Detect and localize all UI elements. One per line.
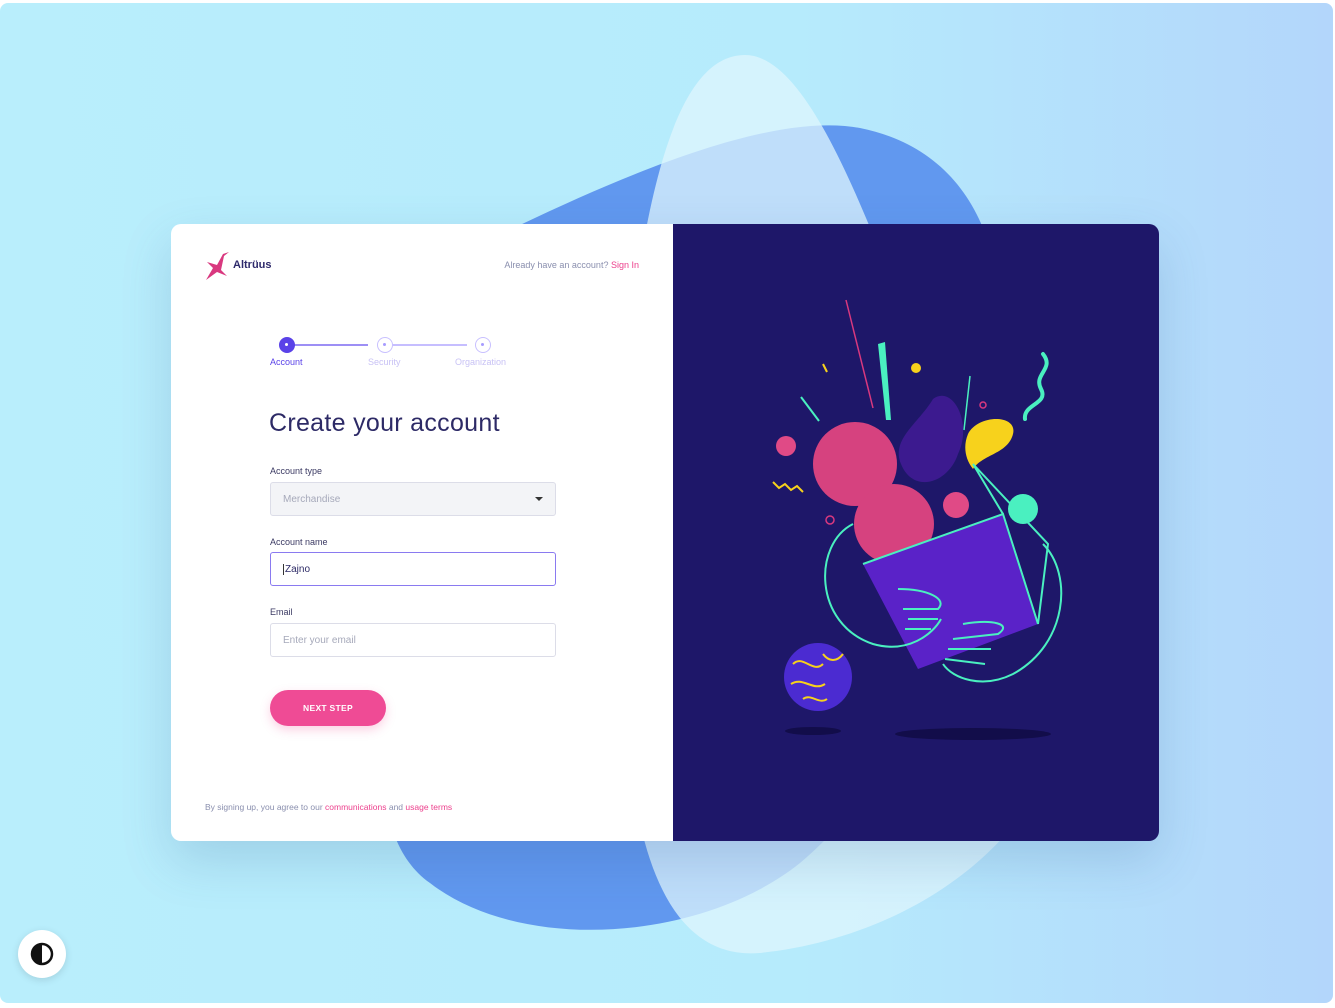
illustration-panel <box>673 224 1159 841</box>
account-type-label: Account type <box>270 466 323 476</box>
brand-name: Altrüus <box>233 259 272 271</box>
communications-link[interactable]: communications <box>325 802 386 812</box>
signup-card: Altrüus Already have an account? Sign In… <box>171 224 1159 841</box>
terms-notice: By signing up, you agree to our communic… <box>205 802 452 812</box>
step-label-security[interactable]: Security <box>368 357 401 367</box>
email-input[interactable]: Enter your email <box>270 623 556 657</box>
email-placeholder: Enter your email <box>283 634 356 646</box>
step-label-organization[interactable]: Organization <box>455 357 506 367</box>
step-connector <box>385 344 467 346</box>
page-title: Create your account <box>269 409 500 437</box>
chevron-down-icon <box>535 497 543 501</box>
theme-toggle-button[interactable] <box>18 930 66 978</box>
step-label-account[interactable]: Account <box>270 357 303 367</box>
account-name-input[interactable]: Zajno <box>270 552 556 586</box>
terms-prefix: By signing up, you agree to our <box>205 802 323 812</box>
crane-logo-icon <box>206 252 229 280</box>
account-name-label: Account name <box>270 537 328 547</box>
progress-stepper: Account Security Organization <box>270 337 530 377</box>
terms-and: and <box>388 802 404 812</box>
step-dot-account[interactable] <box>279 337 295 353</box>
sign-in-link[interactable]: Sign In <box>611 260 639 270</box>
step-dot-security[interactable] <box>377 337 393 353</box>
account-type-select[interactable]: Merchandise <box>270 482 556 516</box>
next-step-button[interactable]: NEXT STEP <box>270 690 386 726</box>
signin-prompt: Already have an account? Sign In <box>504 260 639 270</box>
signin-prompt-text: Already have an account? <box>504 260 609 270</box>
usage-terms-link[interactable]: usage terms <box>405 802 452 812</box>
account-type-value: Merchandise <box>283 493 341 505</box>
brand-logo[interactable]: Altrüus <box>205 250 272 280</box>
step-connector <box>286 344 368 346</box>
form-panel: Altrüus Already have an account? Sign In… <box>171 224 673 841</box>
gift-illustration <box>772 299 1063 740</box>
step-dot-organization[interactable] <box>475 337 491 353</box>
account-name-value: Zajno <box>283 563 311 575</box>
email-label: Email <box>270 607 293 617</box>
contrast-icon <box>30 942 54 966</box>
